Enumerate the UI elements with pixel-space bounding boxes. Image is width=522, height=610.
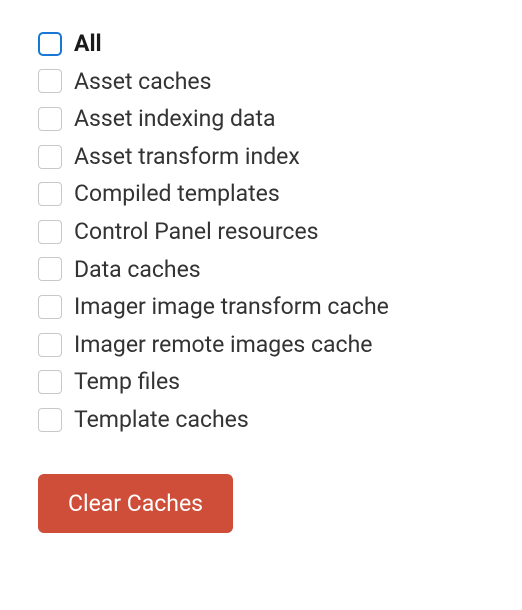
cache-option-all: All xyxy=(38,30,484,58)
cache-option-asset-indexing-data: Asset indexing data xyxy=(38,105,484,133)
checkbox-label[interactable]: Data caches xyxy=(74,256,201,284)
checkbox-label[interactable]: Control Panel resources xyxy=(74,218,319,246)
clear-caches-button[interactable]: Clear Caches xyxy=(38,474,233,533)
cache-option-imager-image-transform-cache: Imager image transform cache xyxy=(38,293,484,321)
checkbox-label[interactable]: Imager remote images cache xyxy=(74,331,372,359)
checkbox-label[interactable]: Asset indexing data xyxy=(74,105,275,133)
checkbox-label[interactable]: Asset caches xyxy=(74,68,212,96)
cache-checkbox-list: All Asset caches Asset indexing data Ass… xyxy=(38,30,484,434)
checkbox-asset-caches[interactable] xyxy=(38,69,62,93)
cache-option-imager-remote-images-cache: Imager remote images cache xyxy=(38,331,484,359)
cache-option-control-panel-resources: Control Panel resources xyxy=(38,218,484,246)
checkbox-asset-transform-index[interactable] xyxy=(38,145,62,169)
cache-option-compiled-templates: Compiled templates xyxy=(38,180,484,208)
checkbox-control-panel-resources[interactable] xyxy=(38,220,62,244)
checkbox-label[interactable]: Template caches xyxy=(74,406,249,434)
checkbox-label[interactable]: Temp files xyxy=(74,368,180,396)
checkbox-label[interactable]: Asset transform index xyxy=(74,143,300,171)
checkbox-imager-remote-images-cache[interactable] xyxy=(38,333,62,357)
cache-option-asset-transform-index: Asset transform index xyxy=(38,143,484,171)
checkbox-asset-indexing-data[interactable] xyxy=(38,107,62,131)
checkbox-label[interactable]: Compiled templates xyxy=(74,180,280,208)
cache-option-asset-caches: Asset caches xyxy=(38,68,484,96)
checkbox-label[interactable]: Imager image transform cache xyxy=(74,293,389,321)
checkbox-data-caches[interactable] xyxy=(38,257,62,281)
checkbox-label-all[interactable]: All xyxy=(74,30,102,58)
checkbox-template-caches[interactable] xyxy=(38,408,62,432)
checkbox-temp-files[interactable] xyxy=(38,370,62,394)
cache-option-data-caches: Data caches xyxy=(38,256,484,284)
checkbox-all[interactable] xyxy=(38,32,62,56)
cache-option-temp-files: Temp files xyxy=(38,368,484,396)
checkbox-imager-image-transform-cache[interactable] xyxy=(38,295,62,319)
checkbox-compiled-templates[interactable] xyxy=(38,182,62,206)
cache-option-template-caches: Template caches xyxy=(38,406,484,434)
